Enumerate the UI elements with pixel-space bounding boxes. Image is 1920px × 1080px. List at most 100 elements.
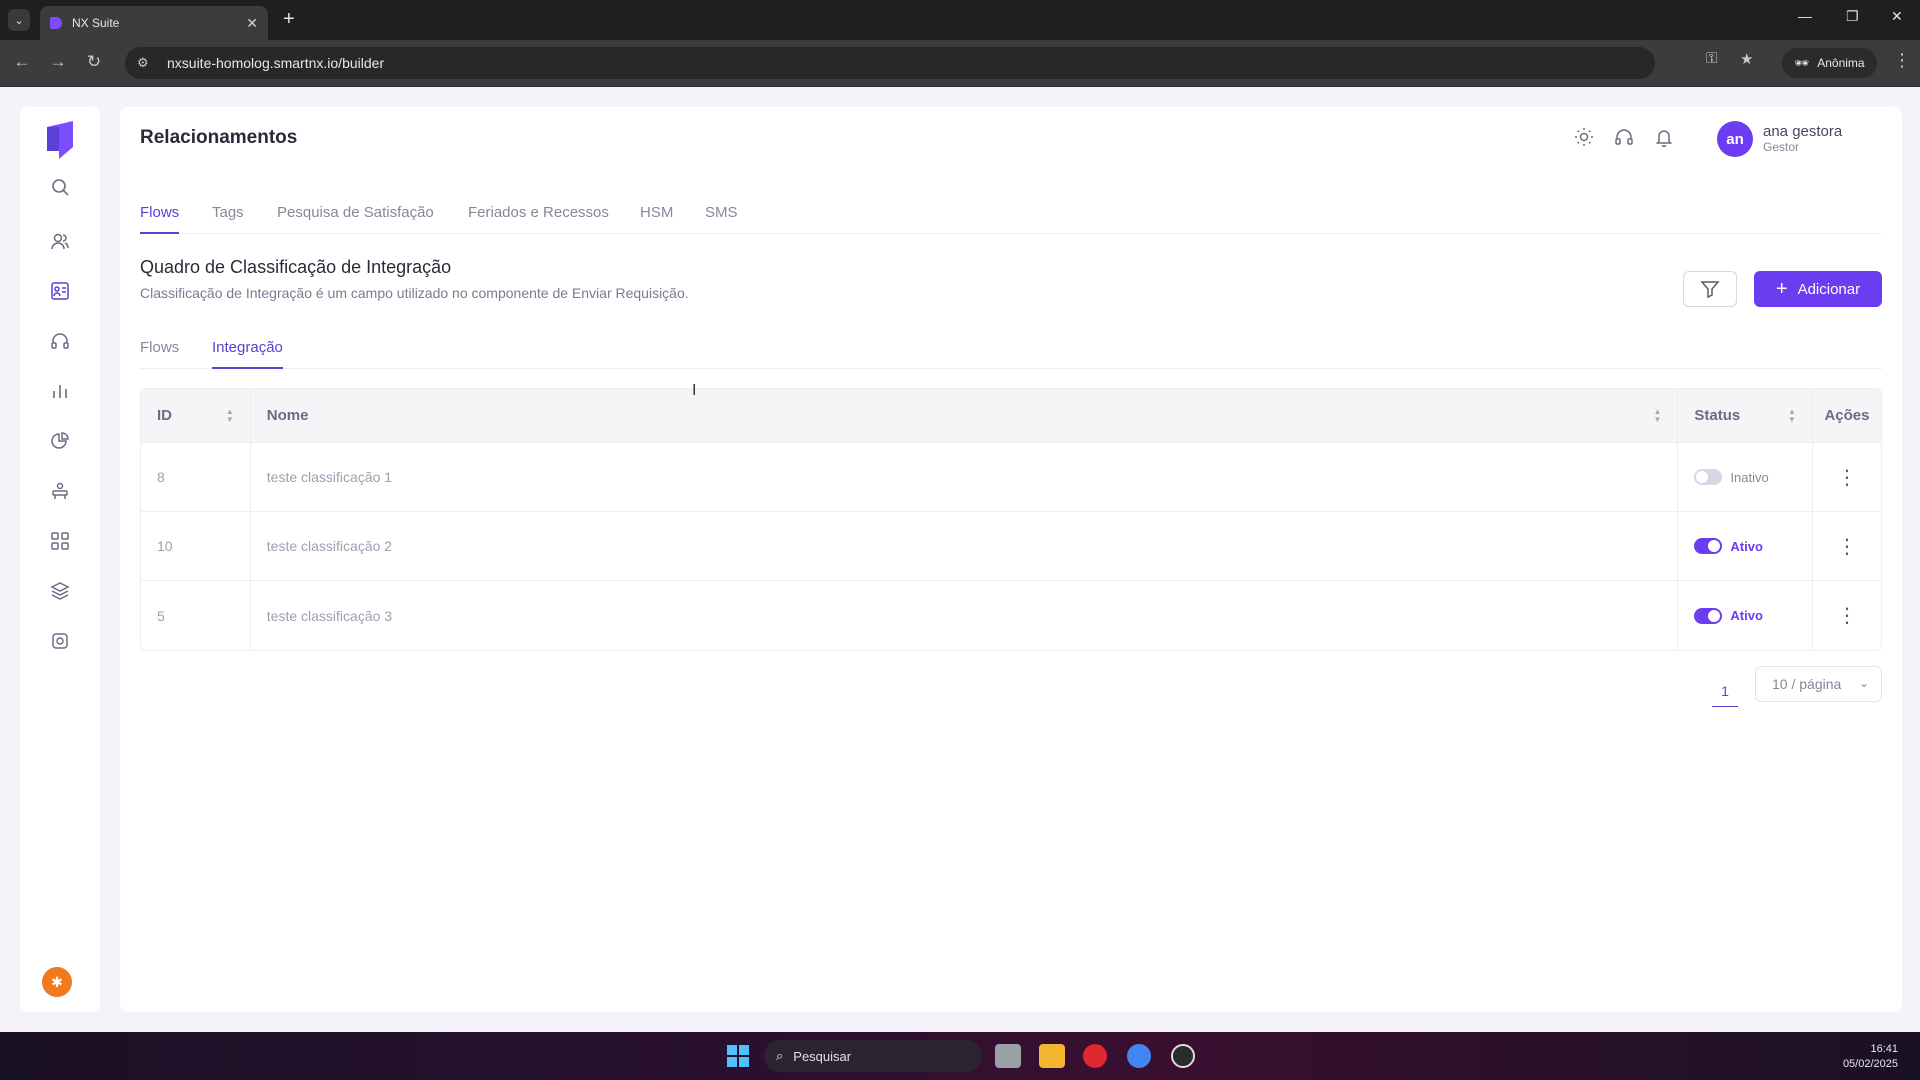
sort-icon[interactable]: ▲ ▼ [226,408,234,424]
cell-nome: teste classificação 2 [266,538,393,554]
file-explorer-icon[interactable] [1039,1044,1065,1068]
bug-report-button[interactable]: ✱ [42,967,72,997]
restore-button[interactable]: ❐ [1846,8,1859,25]
table-row[interactable]: 8 teste classificação 1 Inativo ⋮ [141,443,1881,512]
profile-label: Anônima [1817,56,1865,70]
taskbar-search-label: Pesquisar [793,1048,852,1064]
clock-time: 16:41 [1870,1043,1898,1055]
search-icon[interactable] [48,175,72,199]
header-id-label: ID [157,407,172,424]
url-text: nxsuite-homolog.smartnx.io/builder [167,55,385,71]
status-toggle[interactable] [1694,607,1723,624]
tab-search-button[interactable]: ⌄ [8,9,30,31]
page-size-select[interactable]: 10 / página ⌄ [1755,666,1882,702]
add-button-label: Adicionar [1797,280,1861,298]
support-headset-icon[interactable] [1614,127,1638,151]
task-view-icon[interactable] [995,1044,1021,1068]
more-actions-icon[interactable]: ⋮ [1837,534,1857,559]
password-key-icon[interactable]: ⚿ [1706,50,1717,67]
cell-status: Ativo [1677,512,1812,580]
new-tab-button[interactable]: + [283,8,295,31]
avatar[interactable]: an [1717,121,1753,157]
plus-icon: + [1775,277,1788,300]
tab-title: NX Suite [72,16,120,30]
notification-bell-icon[interactable] [1654,127,1678,151]
subtab-flows[interactable]: Flows [140,339,179,369]
tab-feriados-recessos[interactable]: Feriados e Recessos [468,204,609,234]
search-icon: ⌕ [776,1048,784,1063]
apps-grid-icon[interactable] [48,529,72,553]
cell-id: 8 [141,443,251,511]
bookmark-star-icon[interactable]: ★ [1740,50,1753,68]
tab-flows[interactable]: Flows [140,204,180,234]
pagination-page[interactable]: 1 [1712,679,1738,707]
more-actions-icon[interactable]: ⋮ [1837,465,1857,490]
table-row[interactable]: 5 teste classificação 3 Ativo ⋮ [141,581,1881,650]
status-label: Ativo [1730,608,1763,623]
incognito-profile-button[interactable]: 🕶 Anônima [1782,48,1877,78]
taskbar-search[interactable]: ⌕ Pesquisar [764,1040,982,1072]
subtab-integracao[interactable]: Integração [212,339,283,369]
close-window-button[interactable]: ✕ [1891,8,1903,25]
tab-sms[interactable]: SMS [705,204,738,234]
obs-icon[interactable] [1171,1044,1195,1068]
incognito-icon: 🕶 [1794,56,1810,70]
column-header-id[interactable]: ID ▲ ▼ [141,389,251,442]
cell-acoes: ⋮ [1811,581,1881,650]
add-button[interactable]: + Adicionar [1754,271,1882,307]
header-status-label: Status [1694,407,1741,424]
more-actions-icon[interactable]: ⋮ [1837,603,1857,628]
column-header-status[interactable]: Status ▲ ▼ [1677,389,1812,442]
section-title: Quadro de Classificação de Integração [140,257,452,277]
table-row[interactable]: 10 teste classificação 2 Ativo ⋮ [141,512,1881,581]
browser-tab-strip: ⌄ NX Suite ✕ + — ❐ ✕ [0,0,1920,40]
status-toggle[interactable] [1694,469,1723,485]
status-label: Inativo [1730,469,1769,485]
tab-hsm[interactable]: HSM [640,204,673,234]
headset-icon[interactable] [48,329,72,353]
bar-chart-icon[interactable] [48,379,72,403]
filter-button[interactable] [1683,271,1737,307]
reload-button[interactable]: ↻ [82,52,106,72]
back-button[interactable]: ← [10,52,34,72]
minimize-button[interactable]: — [1798,8,1812,24]
windows-start-icon[interactable] [727,1045,749,1067]
opera-icon[interactable] [1083,1044,1107,1068]
pie-chart-icon[interactable] [48,429,72,453]
chrome-icon[interactable] [1127,1044,1151,1068]
page-size-label: 10 / página [1772,676,1842,692]
tab-close-icon[interactable]: ✕ [246,15,258,32]
theme-sun-icon[interactable] [1574,127,1598,151]
browser-menu-icon[interactable]: ⋮ [1893,50,1911,71]
sort-icon[interactable]: ▲ ▼ [1653,408,1661,424]
users-icon[interactable] [48,229,72,253]
sort-icon[interactable]: ▲ ▼ [1788,408,1796,424]
column-header-nome[interactable]: Nome ▲ ▼ [251,389,1678,442]
bug-icon: ✱ [51,973,63,990]
header-nome-label: Nome [266,407,309,424]
settings-icon[interactable] [48,629,72,653]
user-name: ana gestora [1763,123,1843,140]
page-title: Relacionamentos [140,127,298,148]
status-toggle[interactable] [1694,538,1723,554]
address-bar[interactable]: ⚙ nxsuite-homolog.smartnx.io/builder [125,47,1655,79]
taskbar-clock[interactable]: 16:41 05/02/2025 [1830,1042,1898,1072]
text-cursor-icon: I [692,382,697,399]
site-info-icon[interactable]: ⚙ [137,55,157,71]
tab-pesquisa-satisfacao[interactable]: Pesquisa de Satisfação [277,204,434,234]
tab-tags[interactable]: Tags [212,204,244,234]
layers-icon[interactable] [48,579,72,603]
clock-date: 05/02/2025 [1842,1058,1898,1070]
app-logo[interactable] [45,121,75,159]
browser-tab[interactable]: NX Suite ✕ [40,6,268,40]
cell-status: Ativo [1677,581,1812,650]
classification-table: ID ▲ ▼ Nome ▲ ▼ Status ▲ ▼ Ações 8 teste cl… [140,388,1882,651]
browser-toolbar: ← → ↻ ⚙ nxsuite-homolog.smartnx.io/build… [0,40,1920,87]
forward-button[interactable]: → [46,52,70,72]
cell-nome: teste classificação 1 [266,469,393,485]
relationships-icon[interactable] [48,279,72,303]
cell-status: Inativo [1677,443,1812,511]
status-label: Ativo [1730,538,1763,554]
cell-acoes: ⋮ [1811,443,1881,511]
team-icon[interactable] [48,479,72,503]
